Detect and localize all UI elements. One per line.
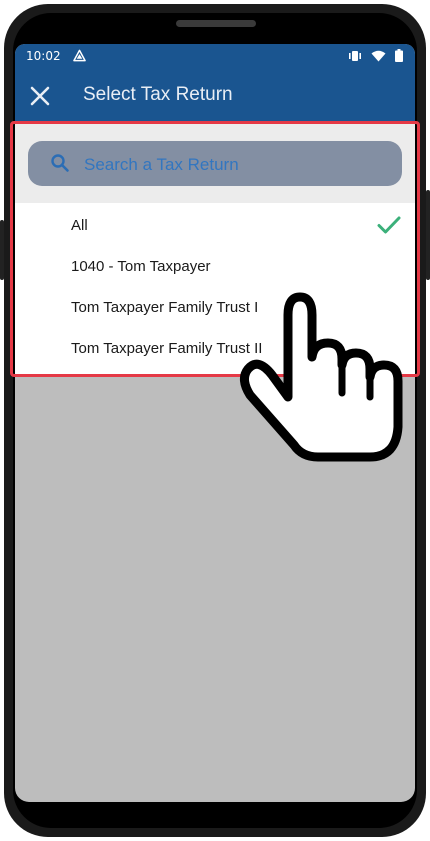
close-icon[interactable] [29,85,51,107]
wifi-icon [371,50,386,61]
checkmark-icon [377,216,401,234]
list-item-label: Tom Taxpayer Family Trust II [71,340,263,357]
status-time: 10:02 [26,49,61,63]
dim-overlay[interactable] [15,377,415,802]
status-bar: 10:02 [15,44,415,69]
speaker-grille [176,20,256,27]
tax-return-list: All 1040 - Tom Taxpayer Tom Taxpayer Fam… [15,203,415,377]
list-item-label: 1040 - Tom Taxpayer [71,258,211,275]
volume-button [426,190,430,280]
list-item-label: All [71,217,88,234]
search-input[interactable] [82,141,386,188]
vibrate-icon [349,50,361,61]
list-item-family-trust-ii[interactable]: Tom Taxpayer Family Trust II [15,328,415,369]
app-bar: Select Tax Return [15,69,415,121]
search-box[interactable] [28,141,402,188]
alert-triangle-icon [73,49,86,62]
battery-icon [395,49,403,62]
screen: 10:02 Select Tax Return Search a Tax Ret… [15,44,415,802]
list-item-1040[interactable]: 1040 - Tom Taxpayer [15,246,415,287]
page-title: Select Tax Return [83,84,233,105]
search-area [15,121,415,203]
list-item-family-trust-i[interactable]: Tom Taxpayer Family Trust I [15,287,415,328]
search-icon [51,154,69,172]
power-button [0,220,4,280]
list-item-label: Tom Taxpayer Family Trust I [71,299,259,316]
list-item-all[interactable]: All [15,205,415,246]
status-icons [348,49,403,62]
